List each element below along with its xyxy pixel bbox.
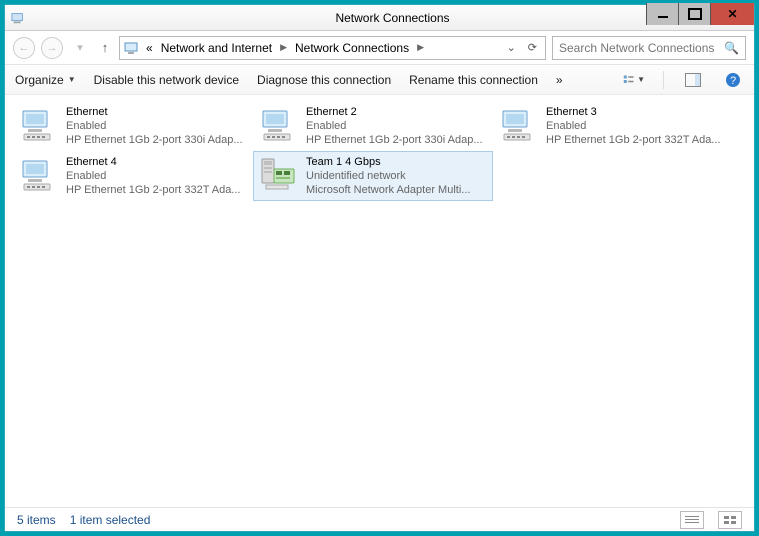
breadcrumb-part[interactable]: Network Connections xyxy=(293,41,411,55)
network-adapter-icon xyxy=(498,105,538,145)
item-status: Enabled xyxy=(66,169,240,183)
help-button[interactable]: ? xyxy=(722,69,744,91)
organize-label: Organize xyxy=(15,73,64,87)
connection-item[interactable]: Ethernet 2EnabledHP Ethernet 1Gb 2-port … xyxy=(253,101,493,151)
network-adapter-icon xyxy=(258,105,298,145)
back-button[interactable]: ← xyxy=(13,37,35,59)
large-icons-view-button[interactable] xyxy=(718,511,742,529)
connection-item[interactable]: Ethernet 3EnabledHP Ethernet 1Gb 2-port … xyxy=(493,101,733,151)
toolbar-divider xyxy=(663,71,664,89)
network-adapter-icon xyxy=(18,105,58,145)
organize-menu[interactable]: Organize ▼ xyxy=(15,73,76,87)
window: Network Connections ← → ▾ ↑ « Network an… xyxy=(4,4,755,532)
up-button[interactable]: ↑ xyxy=(97,40,113,55)
network-adapter-icon xyxy=(18,155,58,195)
item-name: Ethernet 2 xyxy=(306,105,483,119)
nav-row: ← → ▾ ↑ « Network and Internet ▶ Network… xyxy=(5,31,754,65)
search-icon[interactable]: 🔍 xyxy=(724,41,739,55)
command-bar: Organize ▼ Disable this network device D… xyxy=(5,65,754,95)
minimize-button[interactable] xyxy=(646,3,678,25)
item-status: Unidentified network xyxy=(306,169,470,183)
team-adapter-icon xyxy=(258,155,298,195)
item-text: EthernetEnabledHP Ethernet 1Gb 2-port 33… xyxy=(66,105,243,147)
search-input[interactable] xyxy=(559,41,724,55)
item-text: Ethernet 2EnabledHP Ethernet 1Gb 2-port … xyxy=(306,105,483,147)
address-bar[interactable]: « Network and Internet ▶ Network Connect… xyxy=(119,36,546,60)
svg-text:?: ? xyxy=(730,75,736,87)
item-name: Team 1 4 Gbps xyxy=(306,155,470,169)
item-text: Ethernet 4EnabledHP Ethernet 1Gb 2-port … xyxy=(66,155,240,197)
chevron-down-icon: ▼ xyxy=(68,75,76,84)
more-commands-button[interactable]: » xyxy=(556,73,563,87)
search-box[interactable]: 🔍 xyxy=(552,36,746,60)
recent-locations-button[interactable]: ▾ xyxy=(69,37,91,59)
item-text: Team 1 4 GbpsUnidentified networkMicroso… xyxy=(306,155,470,197)
refresh-button[interactable]: ⟳ xyxy=(524,41,541,54)
item-status: Enabled xyxy=(66,119,243,133)
item-desc: Microsoft Network Adapter Multi... xyxy=(306,183,470,197)
breadcrumb-prefix: « xyxy=(144,41,155,55)
item-desc: HP Ethernet 1Gb 2-port 332T Ada... xyxy=(546,133,720,147)
item-text: Ethernet 3EnabledHP Ethernet 1Gb 2-port … xyxy=(546,105,720,147)
rename-connection-button[interactable]: Rename this connection xyxy=(409,73,538,87)
preview-pane-button[interactable] xyxy=(682,69,704,91)
connection-item[interactable]: Ethernet 4EnabledHP Ethernet 1Gb 2-port … xyxy=(13,151,253,201)
breadcrumb-sep-icon: ▶ xyxy=(278,42,289,53)
item-status: Enabled xyxy=(546,119,720,133)
app-icon xyxy=(5,5,31,30)
item-name: Ethernet 3 xyxy=(546,105,720,119)
status-bar: 5 items 1 item selected xyxy=(5,507,754,531)
items-pane[interactable]: EthernetEnabledHP Ethernet 1Gb 2-port 33… xyxy=(5,95,754,507)
item-status: Enabled xyxy=(306,119,483,133)
item-name: Ethernet xyxy=(66,105,243,119)
item-name: Ethernet 4 xyxy=(66,155,240,169)
maximize-button[interactable] xyxy=(678,3,710,25)
details-view-button[interactable] xyxy=(680,511,704,529)
location-icon xyxy=(124,40,140,56)
connection-item[interactable]: Team 1 4 GbpsUnidentified networkMicroso… xyxy=(253,151,493,201)
titlebar: Network Connections xyxy=(5,5,754,31)
selection-count: 1 item selected xyxy=(70,513,151,527)
item-count: 5 items xyxy=(17,513,56,527)
item-desc: HP Ethernet 1Gb 2-port 330i Adap... xyxy=(66,133,243,147)
item-desc: HP Ethernet 1Gb 2-port 332T Ada... xyxy=(66,183,240,197)
forward-button[interactable]: → xyxy=(41,37,63,59)
item-desc: HP Ethernet 1Gb 2-port 330i Adap... xyxy=(306,133,483,147)
breadcrumb-sep-icon: ▶ xyxy=(415,42,426,53)
connection-item[interactable]: EthernetEnabledHP Ethernet 1Gb 2-port 33… xyxy=(13,101,253,151)
address-dropdown-icon[interactable]: ⌄ xyxy=(503,41,520,54)
close-button[interactable] xyxy=(710,3,754,25)
view-options-button[interactable]: ▼ xyxy=(623,69,645,91)
window-controls xyxy=(646,3,754,25)
disable-device-button[interactable]: Disable this network device xyxy=(94,73,239,87)
breadcrumb-part[interactable]: Network and Internet xyxy=(159,41,274,55)
chevron-down-icon: ▼ xyxy=(637,75,645,84)
diagnose-connection-button[interactable]: Diagnose this connection xyxy=(257,73,391,87)
